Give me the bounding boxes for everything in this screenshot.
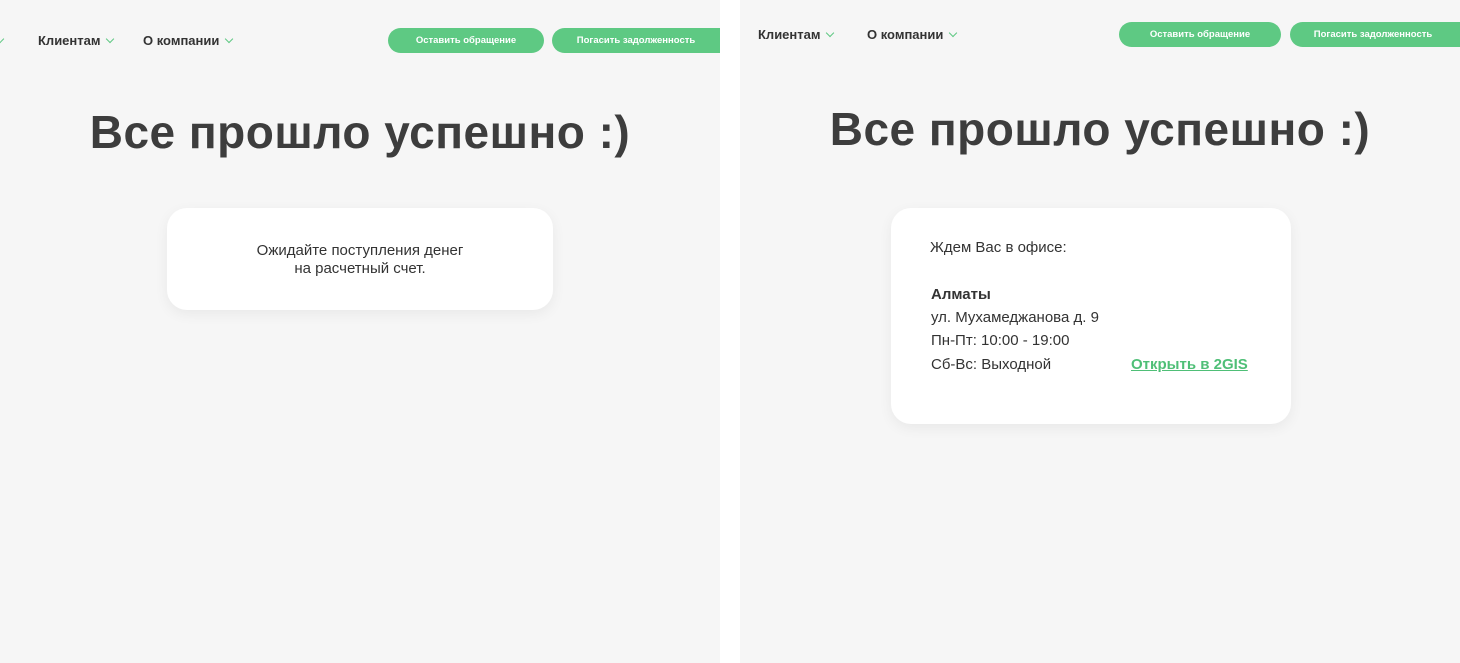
office-city: Алматы — [931, 286, 991, 303]
repay-debt-button-label: Погасить задолженность — [1313, 29, 1433, 40]
chevron-down-icon[interactable] — [0, 34, 5, 44]
screen-right: Клиентам О компании Оставить обращение П… — [740, 0, 1460, 663]
office-weekday-hours: Пн-Пт: 10:00 - 19:00 — [931, 332, 1070, 349]
office-intro: Ждем Вас в офисе: — [930, 239, 1067, 256]
message-card: Ожидайте поступления денег на расчетный … — [167, 208, 553, 310]
nav-about-company[interactable]: О компании — [143, 33, 234, 48]
page-title: Все прошло успешно :) — [829, 103, 1371, 155]
repay-debt-button-label: Погасить задолженность — [576, 35, 696, 46]
nav-clients-label: Клиентам — [758, 27, 821, 42]
card-message-line-2: на расчетный счет. — [294, 260, 426, 277]
nav-clients[interactable]: Клиентам — [38, 33, 115, 48]
chevron-down-icon — [826, 28, 835, 38]
nav-clients[interactable]: Клиентам — [758, 27, 835, 42]
nav-clients-label: Клиентам — [38, 33, 101, 48]
repay-debt-button[interactable]: Погасить задолженность — [552, 28, 720, 53]
leave-appeal-button[interactable]: Оставить обращение — [388, 28, 544, 53]
nav-about-company-label: О компании — [143, 33, 220, 48]
leave-appeal-button-label: Оставить обращение — [415, 35, 517, 46]
chevron-down-icon — [949, 28, 958, 38]
screen-left: Клиентам О компании Оставить обращение П… — [0, 0, 720, 663]
leave-appeal-button[interactable]: Оставить обращение — [1119, 22, 1281, 47]
open-2gis-link[interactable]: Открыть в 2GIS — [1131, 356, 1248, 374]
leave-appeal-button-label: Оставить обращение — [1149, 29, 1251, 40]
office-address: ул. Мухамеджанова д. 9 — [931, 309, 1099, 326]
card-message-line-1: Ожидайте поступления денег — [256, 242, 464, 259]
nav-about-company[interactable]: О компании — [867, 27, 958, 42]
chevron-down-icon — [106, 34, 115, 44]
office-card: Ждем Вас в офисе: Алматы ул. Мухамеджано… — [891, 208, 1291, 424]
nav-about-company-label: О компании — [867, 27, 944, 42]
repay-debt-button[interactable]: Погасить задолженность — [1290, 22, 1460, 47]
chevron-down-icon — [225, 34, 234, 44]
page-title: Все прошло успешно :) — [89, 106, 631, 158]
office-weekend-hours: Сб-Вс: Выходной — [931, 356, 1052, 373]
